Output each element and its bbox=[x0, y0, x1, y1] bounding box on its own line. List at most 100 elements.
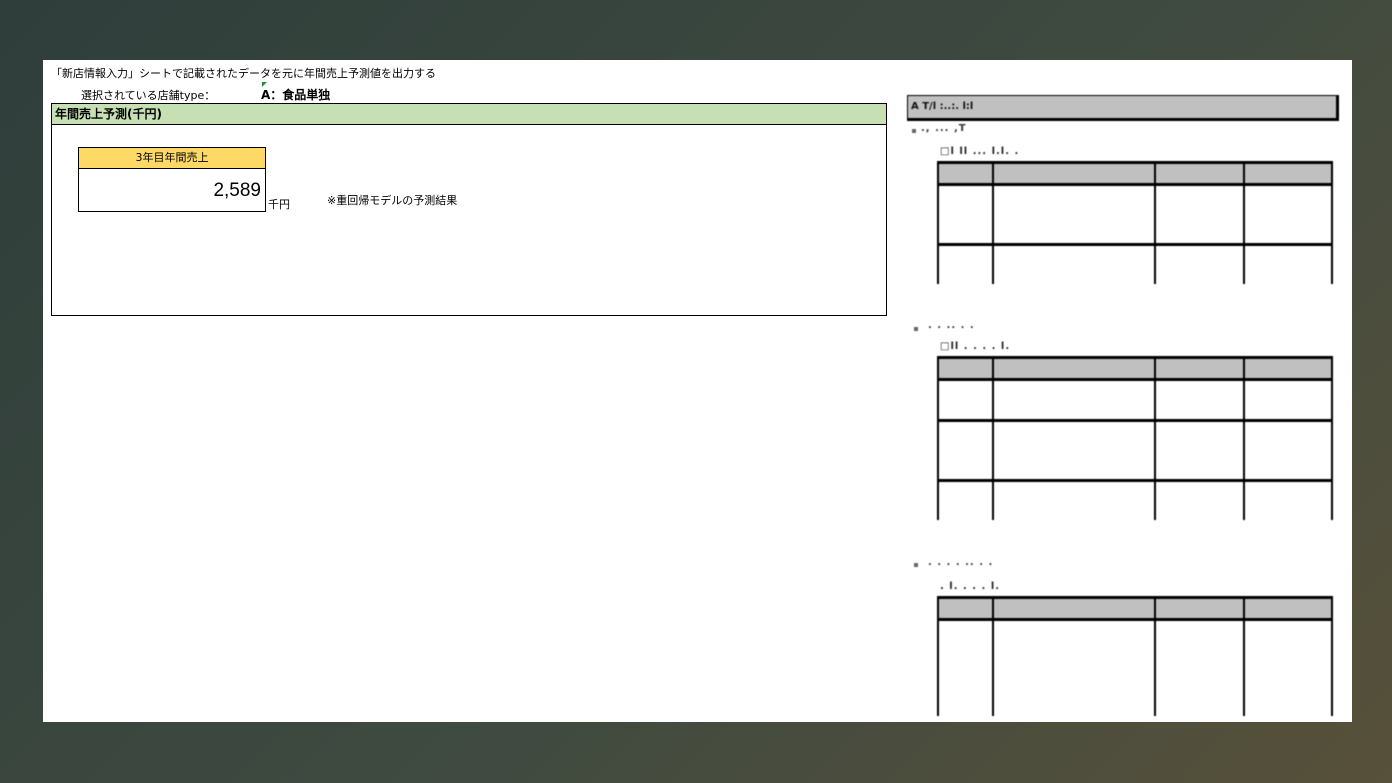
section-3-subtitle: . l. . . . l. bbox=[940, 581, 1001, 592]
selected-store-type-value[interactable]: A：食品単独 bbox=[261, 86, 330, 103]
table-cell bbox=[1242, 161, 1334, 186]
section-2-table bbox=[937, 356, 1334, 520]
panel-title: 年間売上予測(千円) bbox=[52, 104, 886, 125]
table-cell bbox=[991, 678, 1156, 697]
table-cell bbox=[937, 596, 993, 621]
table-row bbox=[937, 400, 1334, 421]
table-row bbox=[937, 501, 1334, 520]
table-cell bbox=[1154, 441, 1244, 460]
section-1-subtitle: □l ll ... l.l. . bbox=[940, 146, 1020, 157]
table-row bbox=[937, 697, 1334, 716]
table-row bbox=[937, 441, 1334, 460]
table-row bbox=[937, 265, 1334, 284]
table-cell bbox=[1242, 265, 1334, 284]
table-cell bbox=[937, 205, 993, 224]
third-year-sales-box: 3年目年間売上 2,589 bbox=[78, 147, 266, 212]
table-cell bbox=[1242, 460, 1334, 481]
table-cell bbox=[937, 640, 993, 659]
table-cell bbox=[937, 678, 993, 697]
table-cell bbox=[991, 400, 1156, 421]
table-row bbox=[937, 596, 1334, 621]
table-cell bbox=[1154, 501, 1244, 520]
table-cell bbox=[1242, 479, 1334, 501]
bullet-icon bbox=[914, 563, 918, 567]
table-cell bbox=[1242, 205, 1334, 224]
intro-text: 「新店情報入力」シートで記載されたデータを元に年間売上予測値を出力する bbox=[51, 67, 436, 80]
table-row bbox=[937, 619, 1334, 640]
table-row bbox=[937, 184, 1334, 205]
third-year-sales-value[interactable]: 2,589 bbox=[79, 169, 265, 211]
table-cell bbox=[991, 419, 1156, 441]
table-cell bbox=[991, 479, 1156, 501]
table-cell bbox=[1242, 379, 1334, 400]
table-cell bbox=[937, 441, 993, 460]
table-cell bbox=[1242, 697, 1334, 716]
table-cell bbox=[937, 659, 993, 678]
table-cell bbox=[991, 596, 1156, 621]
table-cell bbox=[1242, 184, 1334, 205]
third-year-sales-label: 3年目年間売上 bbox=[79, 148, 265, 169]
table-cell bbox=[1154, 659, 1244, 678]
table-cell bbox=[1242, 619, 1334, 640]
model-note: ※重回帰モデルの予測結果 bbox=[327, 194, 458, 207]
table-row bbox=[937, 356, 1334, 381]
table-cell bbox=[937, 184, 993, 205]
table-cell bbox=[1242, 659, 1334, 678]
table-row bbox=[937, 640, 1334, 659]
table-cell bbox=[1242, 243, 1334, 265]
table-cell bbox=[1154, 356, 1244, 381]
table-cell bbox=[937, 619, 993, 640]
table-row bbox=[937, 479, 1334, 501]
table-cell bbox=[937, 697, 993, 716]
table-cell bbox=[991, 205, 1156, 224]
table-row bbox=[937, 243, 1334, 265]
table-cell bbox=[937, 501, 993, 520]
section-2-subtitle: □ll . . . . l. bbox=[940, 341, 1011, 352]
table-cell bbox=[1154, 678, 1244, 697]
table-cell bbox=[991, 460, 1156, 481]
table-cell bbox=[1242, 678, 1334, 697]
table-cell bbox=[1154, 243, 1244, 265]
table-cell bbox=[937, 265, 993, 284]
table-cell bbox=[991, 697, 1156, 716]
table-cell bbox=[937, 161, 993, 186]
table-cell bbox=[1154, 479, 1244, 501]
table-cell bbox=[1154, 460, 1244, 481]
table-cell bbox=[1154, 419, 1244, 441]
bullet-icon bbox=[914, 327, 918, 331]
table-cell bbox=[1154, 224, 1244, 245]
sales-unit-label: 千円 bbox=[268, 198, 290, 211]
table-cell bbox=[1154, 400, 1244, 421]
table-cell bbox=[1154, 265, 1244, 284]
section-1-table bbox=[937, 161, 1334, 284]
table-cell bbox=[1242, 400, 1334, 421]
table-cell bbox=[937, 224, 993, 245]
table-cell bbox=[991, 379, 1156, 400]
table-row bbox=[937, 419, 1334, 441]
table-cell bbox=[991, 501, 1156, 520]
table-cell bbox=[937, 479, 993, 501]
table-row bbox=[937, 460, 1334, 481]
table-cell bbox=[1154, 697, 1244, 716]
spreadsheet-sheet: 「新店情報入力」シートで記載されたデータを元に年間売上予測値を出力する 選択され… bbox=[43, 60, 1352, 722]
table-cell bbox=[991, 619, 1156, 640]
table-cell bbox=[1154, 161, 1244, 186]
table-cell bbox=[991, 441, 1156, 460]
table-cell bbox=[991, 161, 1156, 186]
table-cell bbox=[1154, 205, 1244, 224]
table-row bbox=[937, 224, 1334, 245]
report-header: A T/l :..:. l:l bbox=[907, 95, 1339, 121]
section-2-title: . . .. . . bbox=[928, 320, 975, 331]
section-3-table bbox=[937, 596, 1334, 716]
table-cell bbox=[991, 659, 1156, 678]
table-cell bbox=[1242, 419, 1334, 441]
table-cell bbox=[991, 265, 1156, 284]
selected-store-type-label: 選択されている店舗type： bbox=[81, 89, 216, 102]
bullet-icon bbox=[912, 129, 916, 133]
table-cell bbox=[1242, 224, 1334, 245]
table-row bbox=[937, 205, 1334, 224]
section-3-title: . . . . .. . . bbox=[928, 557, 994, 568]
table-cell bbox=[1242, 356, 1334, 381]
table-cell bbox=[1242, 501, 1334, 520]
table-cell bbox=[1154, 619, 1244, 640]
